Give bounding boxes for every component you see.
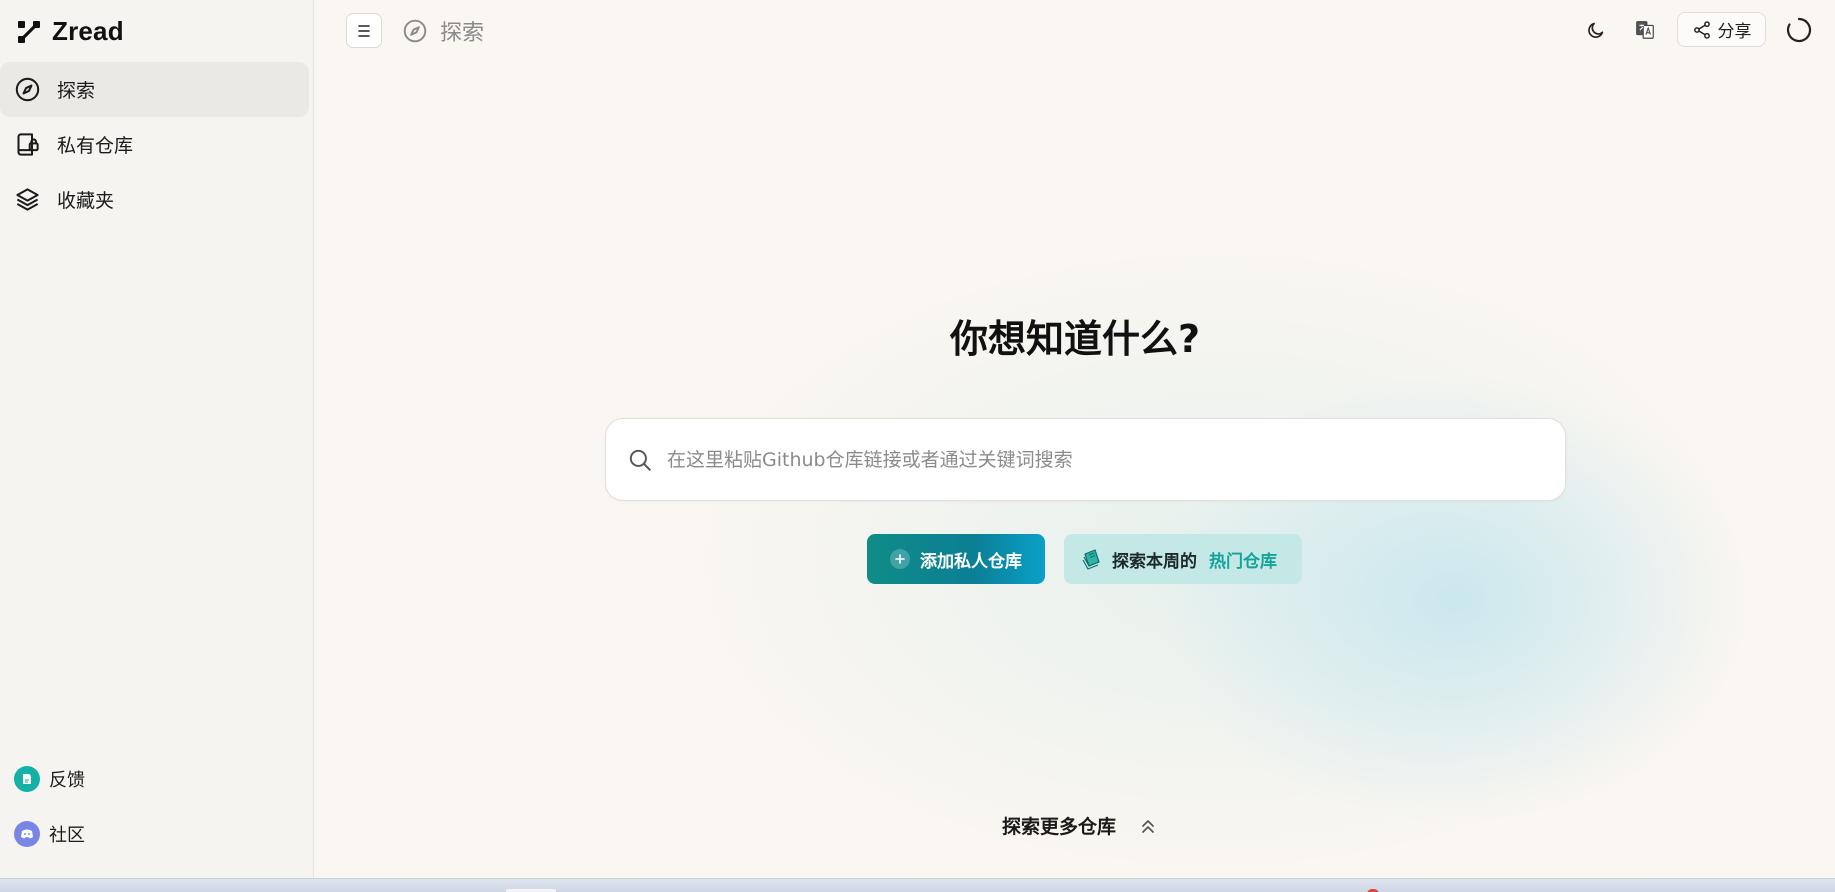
action-buttons: 添加私人仓库 探索本周的 热门仓库 — [315, 534, 1835, 584]
sidebar-item-explore[interactable]: 探索 — [0, 62, 309, 117]
top-bar: 探索 分享 — [315, 0, 1835, 60]
explore-more-label: 探索更多仓库 — [1001, 816, 1116, 838]
main-content: 探索 分享 你想知道什么? 在这里粘贴Github仓库链接或者通过关键词搜索 添… — [315, 0, 1835, 878]
layers-icon — [16, 188, 39, 211]
brand-name: Zread — [52, 16, 124, 46]
feedback-icon — [14, 766, 40, 792]
share-icon — [1693, 20, 1710, 39]
explore-trending-prefix: 探索本周的 — [1112, 551, 1197, 572]
explore-trending-button[interactable]: 探索本周的 热门仓库 — [1064, 534, 1302, 584]
language-button[interactable] — [1627, 12, 1663, 48]
sidebar: Zread 探索 私有仓库 收藏夹 反馈 社区 — [0, 0, 314, 878]
explore-more-section: 探索更多仓库 — [315, 812, 1835, 839]
sidebar-nav: 探索 私有仓库 收藏夹 — [0, 62, 310, 227]
plus-icon — [890, 549, 910, 569]
share-button[interactable]: 分享 — [1677, 12, 1766, 47]
add-private-repo-label: 添加私人仓库 — [920, 551, 1022, 572]
brand[interactable]: Zread — [16, 16, 124, 47]
explore-trending-highlight: 热门仓库 — [1209, 551, 1277, 572]
top-actions: 分享 — [315, 12, 1835, 48]
page-title: 你想知道什么? — [949, 317, 1201, 361]
search-bar — [605, 418, 1566, 501]
private-repo-icon — [17, 133, 39, 156]
community-label: 社区 — [49, 825, 85, 846]
sidebar-item-private-repos[interactable]: 私有仓库 — [0, 117, 310, 172]
loading-spinner-icon — [1786, 17, 1812, 43]
moon-icon — [1588, 22, 1604, 38]
account-button[interactable] — [1781, 12, 1817, 48]
compass-icon — [15, 77, 40, 102]
sidebar-item-label: 私有仓库 — [57, 135, 134, 157]
add-private-repo-button[interactable]: 添加私人仓库 — [867, 534, 1045, 584]
explore-more-button[interactable]: 探索更多仓库 — [1002, 812, 1158, 839]
community-link[interactable]: 社区 — [14, 819, 85, 849]
search-icon — [629, 449, 651, 471]
sidebar-footer: 反馈 社区 — [14, 764, 85, 849]
double-chevron-up-icon — [1142, 819, 1154, 833]
theme-toggle-button[interactable] — [1578, 12, 1614, 48]
sidebar-item-favorites[interactable]: 收藏夹 — [0, 172, 310, 227]
book-stack-icon — [1082, 549, 1100, 570]
discord-icon — [14, 821, 40, 847]
feedback-label: 反馈 — [49, 770, 85, 791]
translate-icon — [1636, 21, 1654, 39]
zread-logo-icon — [18, 20, 40, 43]
feedback-link[interactable]: 反馈 — [14, 764, 85, 794]
search-input[interactable] — [667, 439, 1565, 480]
sidebar-item-label: 探索 — [57, 80, 96, 102]
share-label: 分享 — [1717, 22, 1752, 42]
sidebar-item-label: 收藏夹 — [57, 190, 115, 212]
os-taskbar — [0, 878, 1835, 892]
